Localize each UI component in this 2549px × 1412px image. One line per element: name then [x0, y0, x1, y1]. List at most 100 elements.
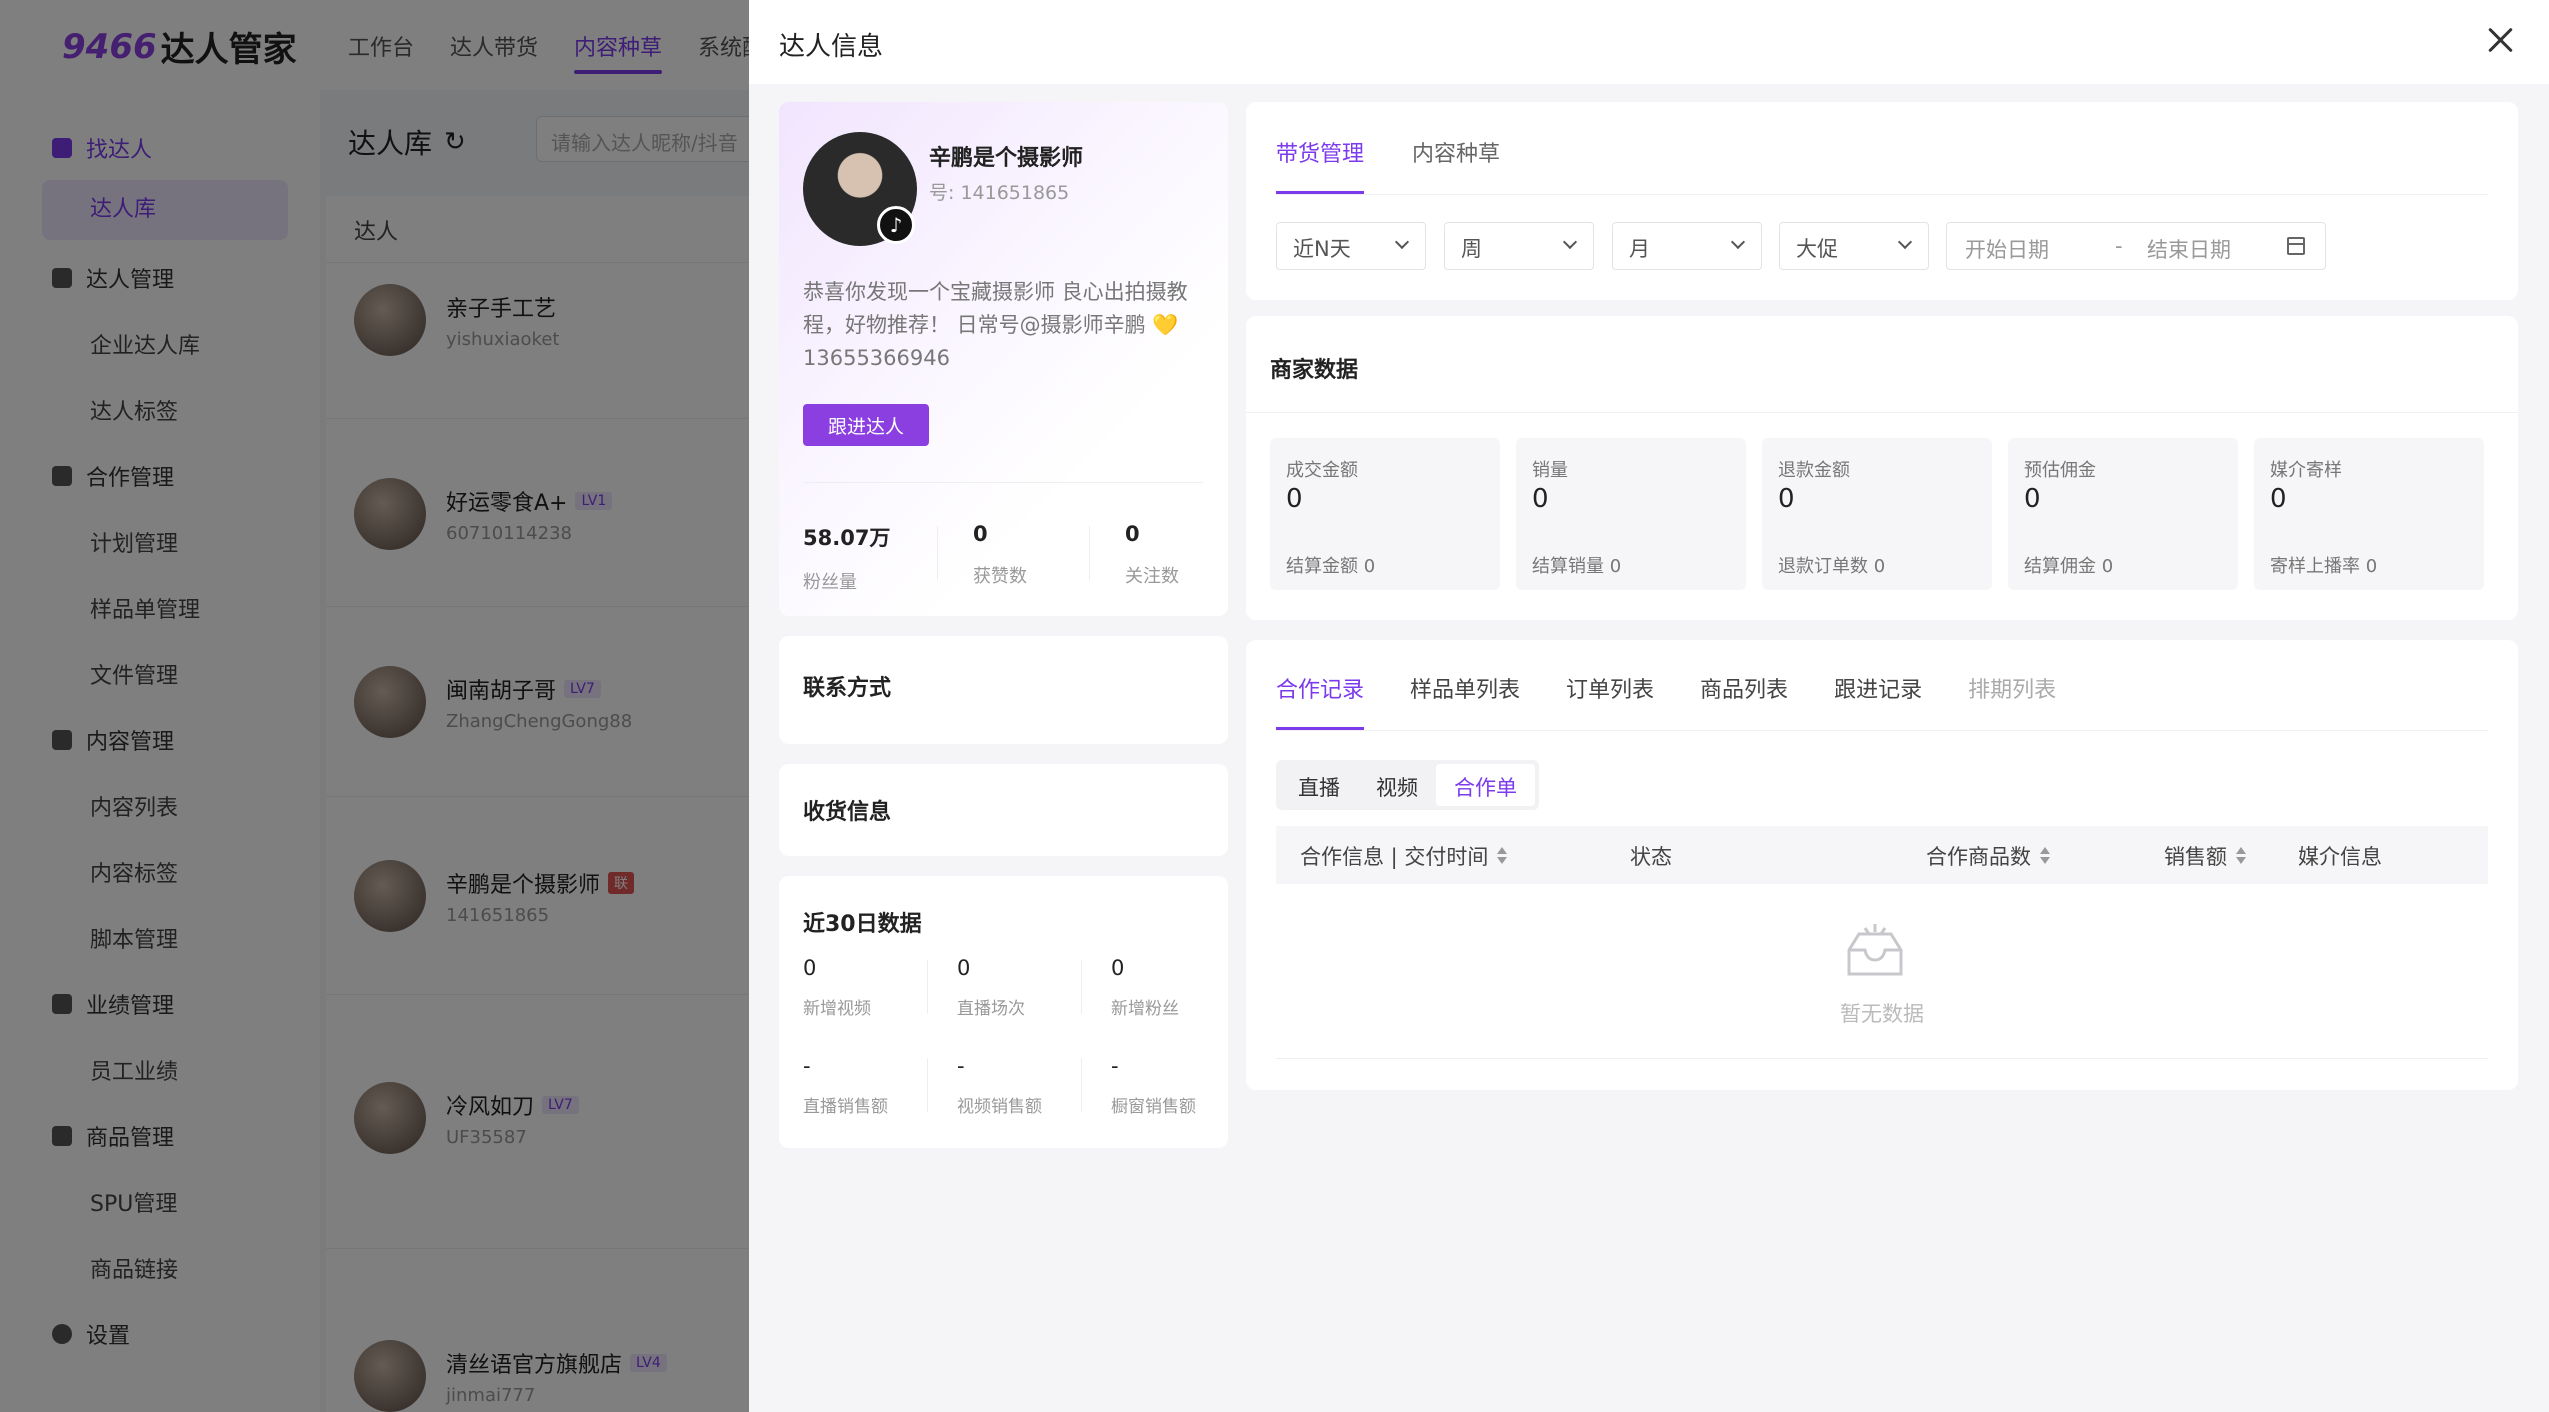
stat-value: 0	[803, 956, 817, 980]
stat-label: 直播销售额	[803, 1097, 888, 1117]
contact-card: 联系方式	[779, 636, 1228, 744]
merchant-data-card: 商家数据 成交金额 0 结算金额 0 销量 0 结算销量 0 退款金额 0 退款订单数 0 …	[1246, 316, 2518, 620]
metric-sub: 结算销量 0	[1532, 556, 1622, 577]
tab-cooperation-records[interactable]: 合作记录	[1276, 672, 1365, 730]
column-label: 销售额	[2164, 845, 2227, 869]
column-coop-info[interactable]: 合作信息 | 交付时间	[1300, 841, 1508, 871]
stat-new-videos: 0 新增视频	[803, 956, 871, 1019]
date-separator: -	[2115, 234, 2123, 258]
week-select[interactable]: 周	[1444, 222, 1594, 270]
drawer-title: 达人信息	[779, 32, 884, 62]
sort-icon[interactable]	[2039, 846, 2050, 866]
metric-label: 成交金额	[1286, 460, 1358, 481]
stat-label: 橱窗销售额	[1111, 1097, 1196, 1117]
stat-label: 粉丝量	[803, 572, 857, 593]
stat-label: 视频销售额	[957, 1097, 1042, 1117]
records-card: 合作记录 样品单列表 订单列表 商品列表 跟进记录 排期列表 直播 视频 合作单…	[1246, 640, 2518, 1090]
column-product-count[interactable]: 合作商品数	[1926, 841, 2050, 871]
chevron-down-icon	[1562, 234, 1578, 250]
follow-button[interactable]: 跟进达人	[803, 404, 929, 446]
metric-label: 退款金额	[1778, 460, 1850, 481]
date-range-picker[interactable]: 开始日期 - 结束日期	[1946, 222, 2326, 270]
stat-value: 0	[1125, 522, 1140, 546]
calendar-icon	[2287, 237, 2305, 255]
stat-value: 0	[1111, 956, 1125, 980]
divider	[1276, 730, 2488, 731]
close-icon[interactable]	[2483, 22, 2519, 58]
metric-label: 预估佣金	[2024, 460, 2096, 481]
select-value: 月	[1629, 237, 1650, 261]
tab-order-list[interactable]: 订单列表	[1566, 672, 1654, 730]
drawer-header: 达人信息	[749, 0, 2549, 84]
stat-value: -	[1111, 1054, 1119, 1078]
sort-icon[interactable]	[2235, 846, 2246, 866]
stat-label: 新增粉丝	[1111, 999, 1179, 1019]
main-tabs: 带货管理 内容种草	[1276, 136, 1500, 194]
profile-id: 号: 141651865	[929, 182, 1070, 204]
section-title: 联系方式	[803, 676, 892, 701]
select-value: 周	[1461, 237, 1482, 261]
stat-value: -	[957, 1054, 965, 1078]
divider	[1276, 194, 2488, 195]
column-label: 媒介信息	[2298, 845, 2382, 869]
stat-label: 获赞数	[973, 566, 1027, 587]
column-sales[interactable]: 销售额	[2164, 841, 2246, 871]
filters-card: 带货管理 内容种草 近N天 周 月 大促 开始日期 - 结束日期	[1246, 102, 2518, 300]
empty-inbox-icon	[1847, 924, 1903, 976]
empty-text: 暂无数据	[1840, 1002, 1924, 1026]
douyin-icon: ♪	[877, 206, 915, 244]
metric-value: 0	[1778, 484, 1795, 514]
divider	[927, 1058, 928, 1112]
section-title: 商家数据	[1270, 358, 1359, 383]
select-value: 大促	[1796, 237, 1838, 261]
tab-product-list[interactable]: 商品列表	[1700, 672, 1788, 730]
recent-30d-card: 近30日数据 0 新增视频 0 直播场次 0 新增粉丝 - 直播销售额 - 视频销售额 -…	[779, 876, 1228, 1148]
column-media-info: 媒介信息	[2298, 841, 2382, 871]
divider	[937, 526, 938, 580]
metric-sub: 寄样上播率 0	[2270, 556, 2378, 577]
sort-icon[interactable]	[1496, 846, 1508, 866]
stat-live-sessions: 0 直播场次	[957, 956, 1025, 1019]
metric-label: 销量	[1532, 460, 1568, 481]
start-date-input[interactable]: 开始日期	[1965, 234, 2049, 264]
tab-content-seeding[interactable]: 内容种草	[1412, 136, 1500, 194]
divider	[927, 960, 928, 1014]
profile-bio: 恭喜你发现一个宝藏摄影师 良心出拍摄教程，好物推荐！ 日常号@摄影师辛鹏 💛 1…	[803, 280, 1188, 370]
n-days-select[interactable]: 近N天	[1276, 222, 1426, 270]
influencer-drawer: 达人信息 ♪ 辛鹏是个摄影师 号: 141651865 恭喜你发现一个宝藏摄影师…	[749, 0, 2549, 1412]
month-select[interactable]: 月	[1612, 222, 1762, 270]
stat-label: 新增视频	[803, 999, 871, 1019]
tab-sales-management[interactable]: 带货管理	[1276, 136, 1365, 194]
stat-video-sales: - 视频销售额	[957, 1054, 1042, 1117]
promo-select[interactable]: 大促	[1779, 222, 1929, 270]
metric-box-commission: 预估佣金 0 结算佣金 0	[2008, 438, 2238, 590]
stat-likes: 0 获赞数	[973, 522, 1027, 588]
stat-window-sales: - 橱窗销售额	[1111, 1054, 1196, 1117]
records-table-header: 合作信息 | 交付时间 状态 合作商品数 销售额 媒介信息	[1276, 826, 2488, 884]
section-title: 近30日数据	[803, 912, 922, 937]
metric-value: 0	[2024, 484, 2041, 514]
segment-video[interactable]: 视频	[1358, 764, 1436, 806]
metric-value: 0	[1532, 484, 1549, 514]
metric-box-samples: 媒介寄样 0 寄样上播率 0	[2254, 438, 2484, 590]
divider	[1276, 1058, 2488, 1059]
metric-sub: 结算佣金 0	[2024, 556, 2114, 577]
stat-new-fans: 0 新增粉丝	[1111, 956, 1179, 1019]
chevron-down-icon	[1394, 234, 1410, 250]
profile-card: ♪ 辛鹏是个摄影师 号: 141651865 恭喜你发现一个宝藏摄影师 良心出拍…	[779, 102, 1228, 616]
stat-live-sales: - 直播销售额	[803, 1054, 888, 1117]
tab-schedule-list[interactable]: 排期列表	[1968, 672, 2056, 730]
chevron-down-icon	[1897, 234, 1913, 250]
column-status: 状态	[1630, 841, 1672, 871]
divider	[1246, 412, 2518, 413]
column-label: 合作信息 | 交付时间	[1300, 845, 1489, 869]
metric-box-gmv: 成交金额 0 结算金额 0	[1270, 438, 1500, 590]
divider	[1081, 960, 1082, 1014]
end-date-input[interactable]: 结束日期	[2147, 234, 2231, 264]
stat-fans: 58.07万 粉丝量	[803, 522, 890, 594]
tab-sample-list[interactable]: 样品单列表	[1410, 672, 1520, 730]
section-title: 收货信息	[803, 800, 892, 825]
segment-cooperation-order[interactable]: 合作单	[1436, 764, 1535, 806]
segment-live[interactable]: 直播	[1280, 764, 1358, 806]
tab-follow-records[interactable]: 跟进记录	[1834, 672, 1922, 730]
